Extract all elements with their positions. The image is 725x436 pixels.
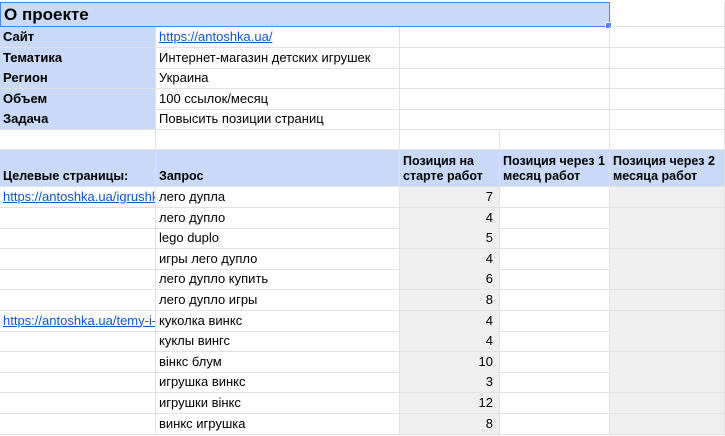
info-label[interactable]: Объем	[0, 88, 156, 110]
month2-position-cell[interactable]	[610, 331, 725, 353]
empty-cell[interactable]	[400, 68, 610, 89]
info-label[interactable]: Задача	[0, 109, 156, 130]
month2-position-cell[interactable]	[610, 351, 725, 373]
month2-position-cell[interactable]	[610, 310, 725, 332]
header-label: Запрос	[159, 169, 204, 183]
query-cell[interactable]: лего дупло купить	[156, 269, 400, 291]
month1-position-cell[interactable]	[500, 372, 610, 394]
query-cell[interactable]: винкс игрушка	[156, 413, 400, 435]
month2-position-cell[interactable]	[610, 290, 725, 311]
info-value[interactable]: Повысить позиции страниц	[156, 109, 400, 130]
month2-position-cell[interactable]	[610, 413, 725, 435]
query-cell[interactable]: игрушка винкс	[156, 372, 400, 394]
empty-cell[interactable]	[0, 393, 156, 414]
query-cell[interactable]: лего дупла	[156, 187, 400, 208]
empty-cell[interactable]	[156, 130, 400, 150]
project-title-cell[interactable]: О проекте	[0, 2, 610, 27]
month1-position-cell[interactable]	[500, 207, 610, 229]
query-cell[interactable]: лего дупло игры	[156, 290, 400, 311]
month1-position-cell[interactable]	[500, 331, 610, 353]
start-position-cell[interactable]: 12	[400, 393, 500, 414]
empty-cell[interactable]	[400, 47, 610, 69]
start-position-cell[interactable]: 10	[400, 351, 500, 373]
start-position-cell[interactable]: 4	[400, 331, 500, 353]
empty-cell[interactable]	[0, 228, 156, 250]
header-start-position[interactable]: Позиция на старте работ	[400, 150, 500, 187]
month2-position-cell[interactable]	[610, 393, 725, 414]
month1-position-cell[interactable]	[500, 187, 610, 208]
empty-cell[interactable]	[0, 269, 156, 291]
start-position-cell[interactable]: 4	[400, 310, 500, 332]
info-label[interactable]: Регион	[0, 68, 156, 89]
month2-position-cell[interactable]	[610, 269, 725, 291]
info-label[interactable]: Сайт	[0, 27, 156, 48]
empty-cell[interactable]	[0, 130, 156, 150]
info-value[interactable]: Интернет-магазин детских игрушек	[156, 47, 400, 69]
target-page-link[interactable]: https://antoshka.ua/temy-i-p	[0, 310, 156, 332]
start-position-cell[interactable]: 3	[400, 372, 500, 394]
header-month2-position[interactable]: Позиция через 2 месяца работ	[610, 150, 725, 187]
empty-cell[interactable]	[400, 130, 500, 150]
empty-cell[interactable]	[610, 27, 725, 48]
header-label: Позиция через 2 месяца работ	[613, 154, 715, 183]
empty-cell[interactable]	[0, 413, 156, 435]
target-page-link[interactable]: https://antoshka.ua/igrushki	[0, 187, 156, 208]
month1-position-cell[interactable]	[500, 393, 610, 414]
empty-cell[interactable]	[400, 109, 610, 130]
header-label: Целевые страницы:	[3, 169, 129, 183]
empty-cell[interactable]	[610, 88, 725, 110]
start-position-cell[interactable]: 7	[400, 187, 500, 208]
start-position-cell[interactable]: 8	[400, 290, 500, 311]
query-cell[interactable]: лего дупло	[156, 207, 400, 229]
month1-position-cell[interactable]	[500, 351, 610, 373]
empty-cell[interactable]	[400, 27, 610, 48]
empty-cell[interactable]	[0, 290, 156, 311]
empty-cell[interactable]	[610, 130, 725, 150]
empty-cell[interactable]	[0, 331, 156, 353]
query-cell[interactable]: игры лего дупло	[156, 248, 400, 270]
empty-cell[interactable]	[0, 351, 156, 373]
month2-position-cell[interactable]	[610, 228, 725, 250]
empty-cell[interactable]	[400, 88, 610, 110]
start-position-cell[interactable]: 4	[400, 207, 500, 229]
header-label: Позиция на старте работ	[403, 154, 483, 183]
month2-position-cell[interactable]	[610, 207, 725, 229]
site-link[interactable]: https://antoshka.ua/	[156, 27, 400, 48]
empty-cell[interactable]	[0, 248, 156, 270]
empty-cell[interactable]	[610, 2, 725, 27]
month2-position-cell[interactable]	[610, 372, 725, 394]
month1-position-cell[interactable]	[500, 290, 610, 311]
query-cell[interactable]: вінкс блум	[156, 351, 400, 373]
header-query[interactable]: Запрос	[156, 150, 400, 187]
info-value[interactable]: 100 ссылок/месяц	[156, 88, 400, 110]
query-cell[interactable]: игрушки вінкс	[156, 393, 400, 414]
empty-cell[interactable]	[500, 130, 610, 150]
start-position-cell[interactable]: 5	[400, 228, 500, 250]
start-position-cell[interactable]: 8	[400, 413, 500, 435]
header-label: Позиция через 1 месяц работ	[503, 154, 605, 183]
empty-cell[interactable]	[610, 109, 725, 130]
month1-position-cell[interactable]	[500, 269, 610, 291]
header-month1-position[interactable]: Позиция через 1 месяц работ	[500, 150, 610, 187]
query-cell[interactable]: куколка винкс	[156, 310, 400, 332]
info-value[interactable]: Украина	[156, 68, 400, 89]
spreadsheet: О проекте Сайт https://antoshka.ua/Темати…	[0, 0, 725, 436]
month2-position-cell[interactable]	[610, 187, 725, 208]
empty-cell[interactable]	[610, 47, 725, 69]
start-position-cell[interactable]: 4	[400, 248, 500, 270]
info-label[interactable]: Тематика	[0, 47, 156, 69]
header-target-pages[interactable]: Целевые страницы:	[0, 150, 156, 187]
month1-position-cell[interactable]	[500, 310, 610, 332]
month1-position-cell[interactable]	[500, 413, 610, 435]
empty-cell[interactable]	[610, 68, 725, 89]
empty-cell[interactable]	[0, 207, 156, 229]
month1-position-cell[interactable]	[500, 228, 610, 250]
month2-position-cell[interactable]	[610, 248, 725, 270]
month1-position-cell[interactable]	[500, 248, 610, 270]
start-position-cell[interactable]: 6	[400, 269, 500, 291]
query-cell[interactable]: lego duplo	[156, 228, 400, 250]
query-cell[interactable]: куклы вингс	[156, 331, 400, 353]
empty-cell[interactable]	[0, 372, 156, 394]
